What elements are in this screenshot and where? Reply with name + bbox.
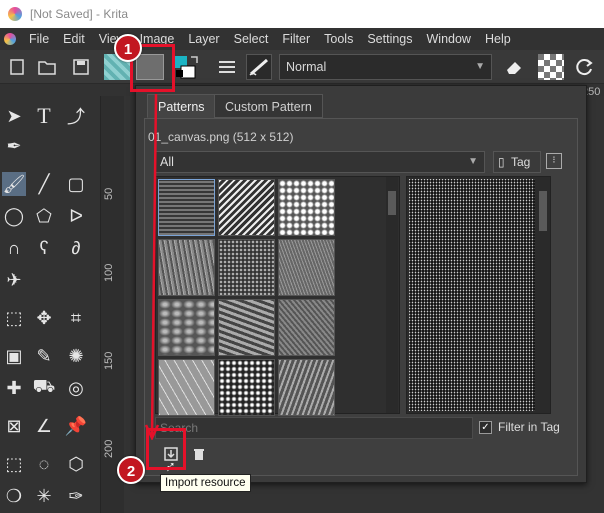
search-input[interactable]: Search: [155, 417, 473, 439]
alpha-lock-icon[interactable]: [538, 54, 564, 80]
similar-color-select-tool[interactable]: ✑: [64, 484, 88, 508]
menu-tools[interactable]: Tools: [317, 32, 360, 46]
brush-preset-icon[interactable]: [246, 54, 272, 80]
bezier-tool[interactable]: ∩: [2, 236, 26, 260]
measure-tool[interactable]: ∠: [32, 414, 56, 438]
grid-scrollbar[interactable]: [386, 177, 398, 413]
polygon-tool[interactable]: ⬠: [32, 204, 56, 228]
pattern-thumb[interactable]: [278, 299, 335, 356]
krita-logo-icon: [4, 33, 16, 45]
dynamic-brush-tool[interactable]: ∂: [64, 236, 88, 260]
vertical-ruler: 50 100 150 200: [100, 96, 124, 513]
tag-button[interactable]: ▯ Tag: [493, 151, 541, 173]
menu-select[interactable]: Select: [227, 32, 276, 46]
krita-app-icon: [8, 7, 22, 21]
color-picker-tool[interactable]: ✎: [32, 344, 56, 368]
open-folder-icon[interactable]: [34, 54, 60, 80]
ruler-tick-200: 200: [103, 439, 115, 458]
text-tool[interactable]: T: [32, 103, 56, 128]
freehand-path-tool[interactable]: ʕ: [32, 236, 56, 260]
preview-scrollbar[interactable]: [537, 177, 549, 413]
ellipse-tool[interactable]: ◯: [2, 204, 26, 228]
tag-icon: ▯: [498, 155, 505, 169]
new-document-icon[interactable]: [4, 54, 30, 80]
reload-icon[interactable]: [572, 54, 598, 80]
smart-patch-tool[interactable]: ✚: [2, 376, 26, 400]
menu-filter[interactable]: Filter: [275, 32, 317, 46]
ruler-tick-50: 50: [103, 187, 115, 200]
annotation-arrow: [144, 93, 160, 440]
window-title: [Not Saved] - Krita: [30, 7, 129, 21]
reference-images-tool[interactable]: 📌: [64, 414, 88, 438]
ruler-tick-100: 100: [103, 263, 115, 282]
menu-settings[interactable]: Settings: [360, 32, 419, 46]
pattern-thumb[interactable]: [278, 359, 335, 416]
select-shapes-tool[interactable]: ➤: [2, 104, 26, 128]
pattern-preview: [406, 176, 551, 414]
pattern-thumb[interactable]: [278, 239, 335, 296]
rect-select-tool[interactable]: ⬚: [2, 452, 26, 476]
pattern-grid: [155, 176, 400, 416]
menu-edit[interactable]: Edit: [56, 32, 92, 46]
move-tool[interactable]: ✥: [32, 306, 56, 330]
menu-window[interactable]: Window: [420, 32, 478, 46]
blend-mode-value: Normal: [286, 60, 327, 74]
title-bar: [Not Saved] - Krita: [0, 0, 604, 28]
pattern-preview-image: [409, 179, 535, 411]
pattern-thumb[interactable]: [218, 299, 275, 356]
filter-in-tag-label: Filter in Tag: [498, 420, 560, 434]
grid-scroll-thumb[interactable]: [388, 191, 396, 215]
filter-in-tag-checkbox[interactable]: ✓ Filter in Tag: [479, 420, 560, 434]
assistant-tool[interactable]: ⊠: [2, 414, 26, 438]
toolbox: ➤ T ⤴ ✒ 🖌 ╱ ▢ ◯ ⬠ ᐅ ∩ ʕ ∂ ✈ ⬚ ✥ ⌗ ▣ ✎ ✺ …: [0, 96, 100, 513]
checkbox-box[interactable]: ✓: [479, 420, 492, 434]
annotation-badge-2: 2: [117, 456, 145, 484]
edit-shapes-tool[interactable]: ⤴: [64, 104, 88, 128]
colorize-mask-tool[interactable]: ✺: [64, 344, 88, 368]
fill-tool[interactable]: ⛟: [32, 376, 56, 400]
tab-custom-pattern[interactable]: Custom Pattern: [214, 94, 323, 118]
crop-tool[interactable]: ⌗: [64, 306, 88, 330]
transform-tool[interactable]: ⬚: [2, 306, 26, 330]
color-swap-icon[interactable]: [172, 54, 204, 80]
pattern-chooser-popup: Patterns Custom Pattern 01_canvas.png (5…: [135, 85, 587, 483]
gradient-tool[interactable]: ▣: [2, 344, 26, 368]
pattern-thumb[interactable]: [218, 179, 275, 236]
chevron-down-icon: ▼: [475, 61, 485, 72]
eraser-icon[interactable]: [500, 54, 526, 80]
contiguous-select-tool[interactable]: ✳: [32, 484, 56, 508]
polyline-tool[interactable]: ᐅ: [64, 204, 88, 228]
calligraphy-tool[interactable]: ✒: [2, 134, 26, 158]
ruler-tick-150: 150: [103, 351, 115, 370]
import-resource-tooltip: Import resource: [160, 474, 251, 492]
menu-file[interactable]: File: [22, 32, 56, 46]
polygon-select-tool[interactable]: ⬡: [64, 452, 88, 476]
multibrush-tool[interactable]: ✈: [2, 268, 26, 292]
main-toolbar: Normal ▼: [0, 50, 604, 84]
tag-button-label: Tag: [511, 155, 531, 169]
freehand-brush-tool[interactable]: 🖌: [2, 172, 26, 196]
annotation-badge-1: 1: [114, 34, 142, 62]
chevron-down-icon: ▼: [468, 156, 478, 167]
menu-layer[interactable]: Layer: [181, 32, 226, 46]
freehand-select-tool[interactable]: ❍: [2, 484, 26, 508]
brush-settings-icon[interactable]: [214, 54, 240, 80]
preview-scroll-thumb[interactable]: [539, 191, 547, 231]
save-icon[interactable]: [68, 54, 94, 80]
menu-bar: File Edit View Image Layer Select Filter…: [0, 28, 604, 50]
pattern-thumb[interactable]: [278, 179, 335, 236]
rectangle-tool[interactable]: ▢: [64, 172, 88, 196]
pattern-thumb[interactable]: [218, 239, 275, 296]
tag-filter-combo[interactable]: All ▼: [155, 151, 485, 173]
delete-icon[interactable]: [188, 443, 210, 465]
enclose-fill-tool[interactable]: ◎: [64, 376, 88, 400]
menu-help[interactable]: Help: [478, 32, 518, 46]
info-icon[interactable]: ⁝: [546, 153, 562, 169]
blend-mode-select[interactable]: Normal ▼: [279, 54, 492, 80]
line-tool[interactable]: ╱: [32, 172, 56, 196]
ellipse-select-tool[interactable]: ◌: [32, 452, 56, 476]
pattern-thumb[interactable]: [218, 359, 275, 416]
